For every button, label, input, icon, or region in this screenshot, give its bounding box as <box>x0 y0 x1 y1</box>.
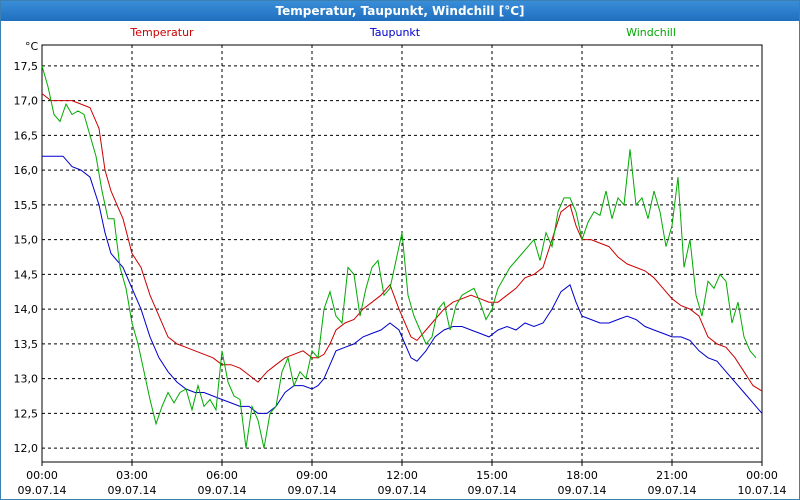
x-tick-date: 09.07.14 <box>378 484 427 497</box>
x-tick-time: 00:00 <box>746 469 778 482</box>
legend-item-taupunkt: Taupunkt <box>369 26 421 39</box>
series-line-taupunkt <box>42 155 763 414</box>
legend-item-temperatur: Temperatur <box>129 26 194 39</box>
x-tick-date: 09.07.14 <box>108 484 157 497</box>
y-axis: 12,0 12,5 13,0 13,5 14,0 14,5 15,0 15,5 16,0 16,5… <box>14 60 39 455</box>
x-tick-time: 03:00 <box>116 469 148 482</box>
y-tick-label: 12,5 <box>14 407 39 420</box>
x-tick-date: 09.07.14 <box>198 484 247 497</box>
x-tick-time: 09:00 <box>296 469 328 482</box>
x-tick-time: 12:00 <box>386 469 418 482</box>
x-tick-date: 09.07.14 <box>648 484 697 497</box>
y-axis-label: °C <box>25 40 39 53</box>
y-tick-label: 17,5 <box>14 60 39 73</box>
y-tick-label: 15,5 <box>14 199 39 212</box>
x-tick-date: 09.07.14 <box>18 484 67 497</box>
y-tick-label: 13,0 <box>14 373 39 386</box>
y-tick-label: 12,0 <box>14 442 39 455</box>
y-tick-label: 13,5 <box>14 338 39 351</box>
x-tick-time: 06:00 <box>206 469 238 482</box>
x-tick-date: 09.07.14 <box>558 484 607 497</box>
line-chart: 12,0 12,5 13,0 13,5 14,0 14,5 15,0 15,5 16,0 16,5… <box>14 26 787 497</box>
x-tick-time: 00:00 <box>26 469 58 482</box>
x-tick-time: 18:00 <box>566 469 598 482</box>
x-tick-date: 10.07.14 <box>738 484 787 497</box>
legend: Temperatur Taupunkt Windchill <box>129 26 676 39</box>
series-line-windchill <box>41 65 757 449</box>
x-tick-time: 15:00 <box>476 469 508 482</box>
y-tick-label: 15,0 <box>14 234 39 247</box>
y-tick-label: 16,5 <box>14 129 39 142</box>
x-tick-time: 21:00 <box>656 469 688 482</box>
y-tick-label: 16,0 <box>14 164 39 177</box>
y-tick-label: 17,0 <box>14 95 39 108</box>
y-tick-label: 14,0 <box>14 303 39 316</box>
legend-item-windchill: Windchill <box>626 26 676 39</box>
x-tick-date: 09.07.14 <box>468 484 517 497</box>
y-tick-label: 14,5 <box>14 268 39 281</box>
x-axis: 00:00 09.07.14 03:00 09.07.14 06:00 09.07.14 0… <box>18 462 787 497</box>
x-tick-date: 09.07.14 <box>288 484 337 497</box>
